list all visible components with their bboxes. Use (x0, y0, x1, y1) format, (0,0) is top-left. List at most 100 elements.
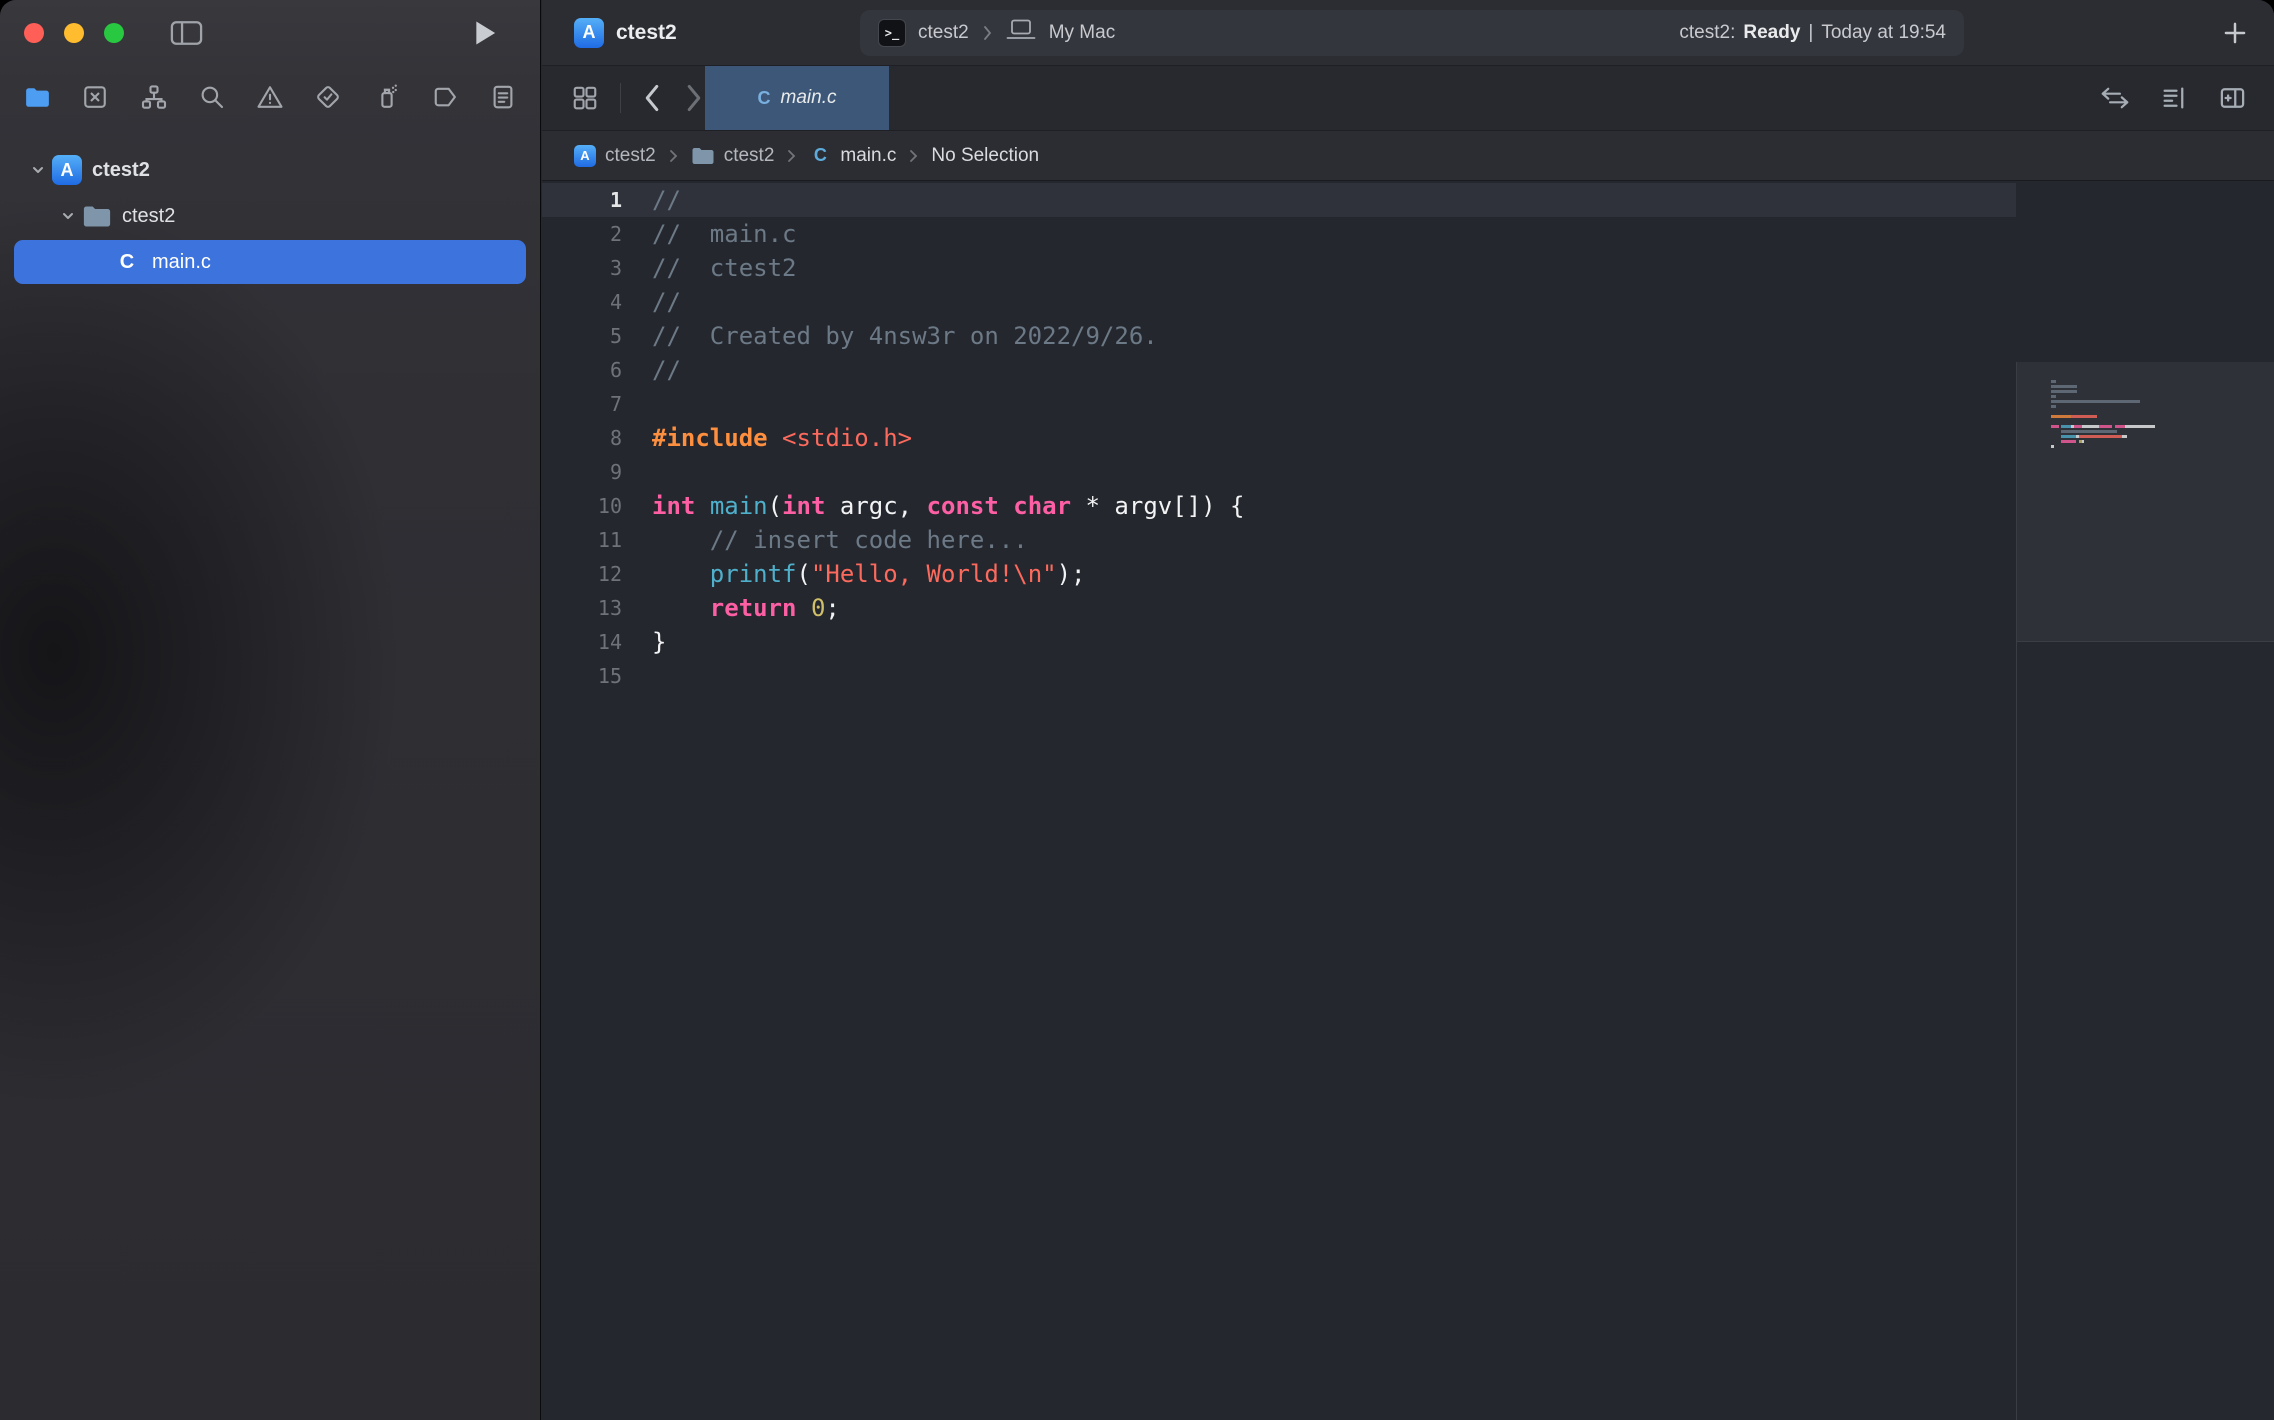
minimap-line (2051, 385, 2274, 388)
line-number[interactable]: 14 (542, 630, 622, 654)
status-state: Ready (1743, 22, 1800, 44)
minimize-button[interactable] (64, 23, 84, 43)
scheme-name[interactable]: ctest2 (918, 22, 969, 44)
code-text: return 0; (622, 594, 840, 622)
line-number[interactable]: 6 (542, 358, 622, 382)
breadcrumb-item[interactable]: Cmain.c (809, 145, 896, 167)
disclosure-triangle-icon[interactable] (54, 208, 82, 224)
line-number[interactable]: 8 (542, 426, 622, 450)
line-number[interactable]: 13 (542, 596, 622, 620)
file-tree-label: ctest2 (92, 159, 150, 182)
code-review-icon[interactable] (2099, 85, 2131, 111)
code-line-11[interactable]: 11 // insert code here... (542, 523, 2016, 557)
report-navigator-icon[interactable] (482, 76, 524, 118)
line-number[interactable]: 5 (542, 324, 622, 348)
issue-navigator-icon[interactable] (249, 76, 291, 118)
traffic-lights (24, 23, 124, 43)
code-line-14[interactable]: 14} (542, 625, 2016, 659)
symbol-navigator-icon[interactable] (133, 76, 175, 118)
minimap-line (2051, 405, 2274, 408)
minimap-line (2051, 400, 2274, 403)
line-number[interactable]: 9 (542, 460, 622, 484)
toggle-sidebar-icon[interactable] (170, 20, 203, 46)
line-number[interactable]: 10 (542, 494, 622, 518)
file-tree-item-ctest2[interactable]: Actest2 (14, 148, 526, 192)
line-number[interactable]: 3 (542, 256, 622, 280)
code-line-5[interactable]: 5// Created by 4nsw3r on 2022/9/26. (542, 319, 2016, 353)
minimap-line (2051, 420, 2274, 423)
adjust-editor-options-icon[interactable] (2159, 83, 2189, 113)
jump-bar: Actest2 ctest2 Cmain.c No Selection (542, 131, 2274, 181)
line-number[interactable]: 1 (542, 188, 622, 212)
tab-nav-controls (542, 66, 705, 130)
test-navigator-icon[interactable] (307, 76, 349, 118)
code-text: #include <stdio.h> (622, 424, 912, 452)
code-line-10[interactable]: 10int main(int argc, const char * argv[]… (542, 489, 2016, 523)
status-project: ctest2: (1679, 22, 1735, 44)
code-line-8[interactable]: 8#include <stdio.h> (542, 421, 2016, 455)
minimap[interactable] (2016, 362, 2274, 1420)
line-number[interactable]: 4 (542, 290, 622, 314)
code-line-15[interactable]: 15 (542, 659, 2016, 693)
minimap-viewport[interactable] (2017, 362, 2274, 642)
line-number[interactable]: 15 (542, 664, 622, 688)
add-editor-icon[interactable] (2217, 83, 2248, 113)
minimap-line (2051, 450, 2274, 453)
code-line-7[interactable]: 7 (542, 387, 2016, 421)
code-line-12[interactable]: 12 printf("Hello, World!\n"); (542, 557, 2016, 591)
chevron-right-icon (981, 24, 993, 42)
disclosure-triangle-icon[interactable] (24, 162, 52, 178)
destination-name[interactable]: My Mac (1049, 22, 1116, 44)
code-editor[interactable]: 1//2// main.c3// ctest24//5// Created by… (542, 181, 2016, 1420)
code-line-9[interactable]: 9 (542, 455, 2016, 489)
code-text: // (622, 186, 681, 214)
code-line-1[interactable]: 1// (542, 183, 2016, 217)
code-line-6[interactable]: 6// (542, 353, 2016, 387)
project-badge: A ctest2 (574, 18, 677, 48)
source-control-navigator-icon[interactable] (74, 76, 116, 118)
line-number[interactable]: 2 (542, 222, 622, 246)
debug-navigator-icon[interactable] (366, 76, 408, 118)
c-file-icon: C (112, 251, 142, 274)
back-button-icon[interactable] (641, 83, 663, 113)
zoom-button[interactable] (104, 23, 124, 43)
breadcrumb-item[interactable]: Actest2 (574, 145, 656, 167)
breadcrumb-item[interactable]: No Selection (931, 145, 1039, 167)
code-text: // insert code here... (622, 526, 1028, 554)
run-button[interactable] (472, 18, 498, 48)
minimap-line (2051, 410, 2274, 413)
code-text: // (622, 356, 681, 384)
scheme-terminal-icon: >_ (878, 19, 906, 47)
breadcrumb-separator-icon (786, 148, 797, 164)
code-text: } (622, 628, 666, 656)
code-text: // (622, 288, 681, 316)
find-navigator-icon[interactable] (191, 76, 233, 118)
file-tree-item-main.c[interactable]: Cmain.c (14, 240, 526, 284)
breakpoint-navigator-icon[interactable] (424, 76, 466, 118)
code-line-4[interactable]: 4// (542, 285, 2016, 319)
close-button[interactable] (24, 23, 44, 43)
breadcrumb-separator-icon (908, 148, 919, 164)
code-text: int main(int argc, const char * argv[]) … (622, 492, 1244, 520)
destination-laptop-icon (1005, 19, 1037, 47)
scheme-selector[interactable]: >_ ctest2 My Mac (878, 19, 1115, 47)
library-add-icon[interactable] (2222, 20, 2248, 46)
c-file-icon: C (809, 145, 831, 166)
project-navigator-icon[interactable] (16, 76, 58, 118)
tab-main.c[interactable]: Cmain.c (705, 66, 889, 130)
code-text: // ctest2 (622, 254, 797, 282)
folder-icon (691, 146, 715, 166)
code-line-2[interactable]: 2// main.c (542, 217, 2016, 251)
related-items-grid-icon[interactable] (570, 83, 600, 113)
breadcrumb-item[interactable]: ctest2 (691, 145, 775, 167)
code-line-13[interactable]: 13 return 0; (542, 591, 2016, 625)
xcode-project-icon: A (574, 18, 604, 48)
file-tree-label: main.c (152, 251, 211, 274)
forward-button-icon[interactable] (683, 83, 705, 113)
line-number[interactable]: 12 (542, 562, 622, 586)
file-tree-label: ctest2 (122, 205, 175, 228)
code-line-3[interactable]: 3// ctest2 (542, 251, 2016, 285)
line-number[interactable]: 11 (542, 528, 622, 552)
line-number[interactable]: 7 (542, 392, 622, 416)
file-tree-item-ctest2[interactable]: ctest2 (14, 194, 526, 238)
